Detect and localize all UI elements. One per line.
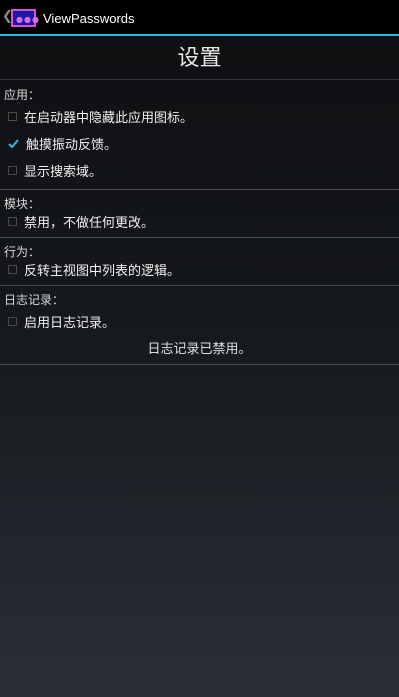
checkmark-icon [8,138,19,148]
page-title: 设置 [0,38,399,80]
checkbox[interactable] [8,111,17,121]
checkbox-label: 在启动器中隐藏此应用图标。 [24,110,194,126]
app-icon[interactable]: ●●● [11,9,39,27]
divider [0,237,399,238]
divider [0,285,399,286]
checkbox-label: 触摸振动反馈。 [26,137,118,153]
section-header-module: 模块： [4,197,41,211]
divider [0,364,399,365]
checkbox-label: 启用日志记录。 [24,315,116,331]
action-bar: ❮ ●●● ViewPasswords [0,0,399,36]
checkbox[interactable] [8,165,17,175]
checkbox-label: 显示搜索域。 [24,164,103,180]
checkbox-label: 反转主视图中列表的逻辑。 [24,263,181,279]
checkbox-row-search-domain[interactable]: 显示搜索域。 [8,160,102,180]
checkbox[interactable] [8,264,17,274]
checkbox[interactable] [8,316,17,326]
checkbox-row-disable[interactable]: 禁用，不做任何更改。 [8,211,154,231]
checkbox-row-enable-logging[interactable]: 启用日志记录。 [8,311,115,331]
checkbox-row-hide-icon[interactable]: 在启动器中隐藏此应用图标。 [8,106,193,126]
section-header-app: 应用： [4,88,41,102]
checkbox-label: 禁用，不做任何更改。 [24,215,155,231]
checkbox-row-haptic[interactable]: 触摸振动反馈。 [8,133,117,153]
logging-status: 日志记录已禁用。 [147,342,252,357]
checkbox-row-invert[interactable]: 反转主视图中列表的逻辑。 [8,259,180,279]
checkbox-checked[interactable] [8,138,19,149]
section-header-logging: 日志记录： [4,293,65,307]
checkbox[interactable] [8,216,17,226]
app-title: ViewPasswords [43,11,135,26]
divider [0,189,399,190]
section-header-behavior: 行为： [4,245,41,259]
